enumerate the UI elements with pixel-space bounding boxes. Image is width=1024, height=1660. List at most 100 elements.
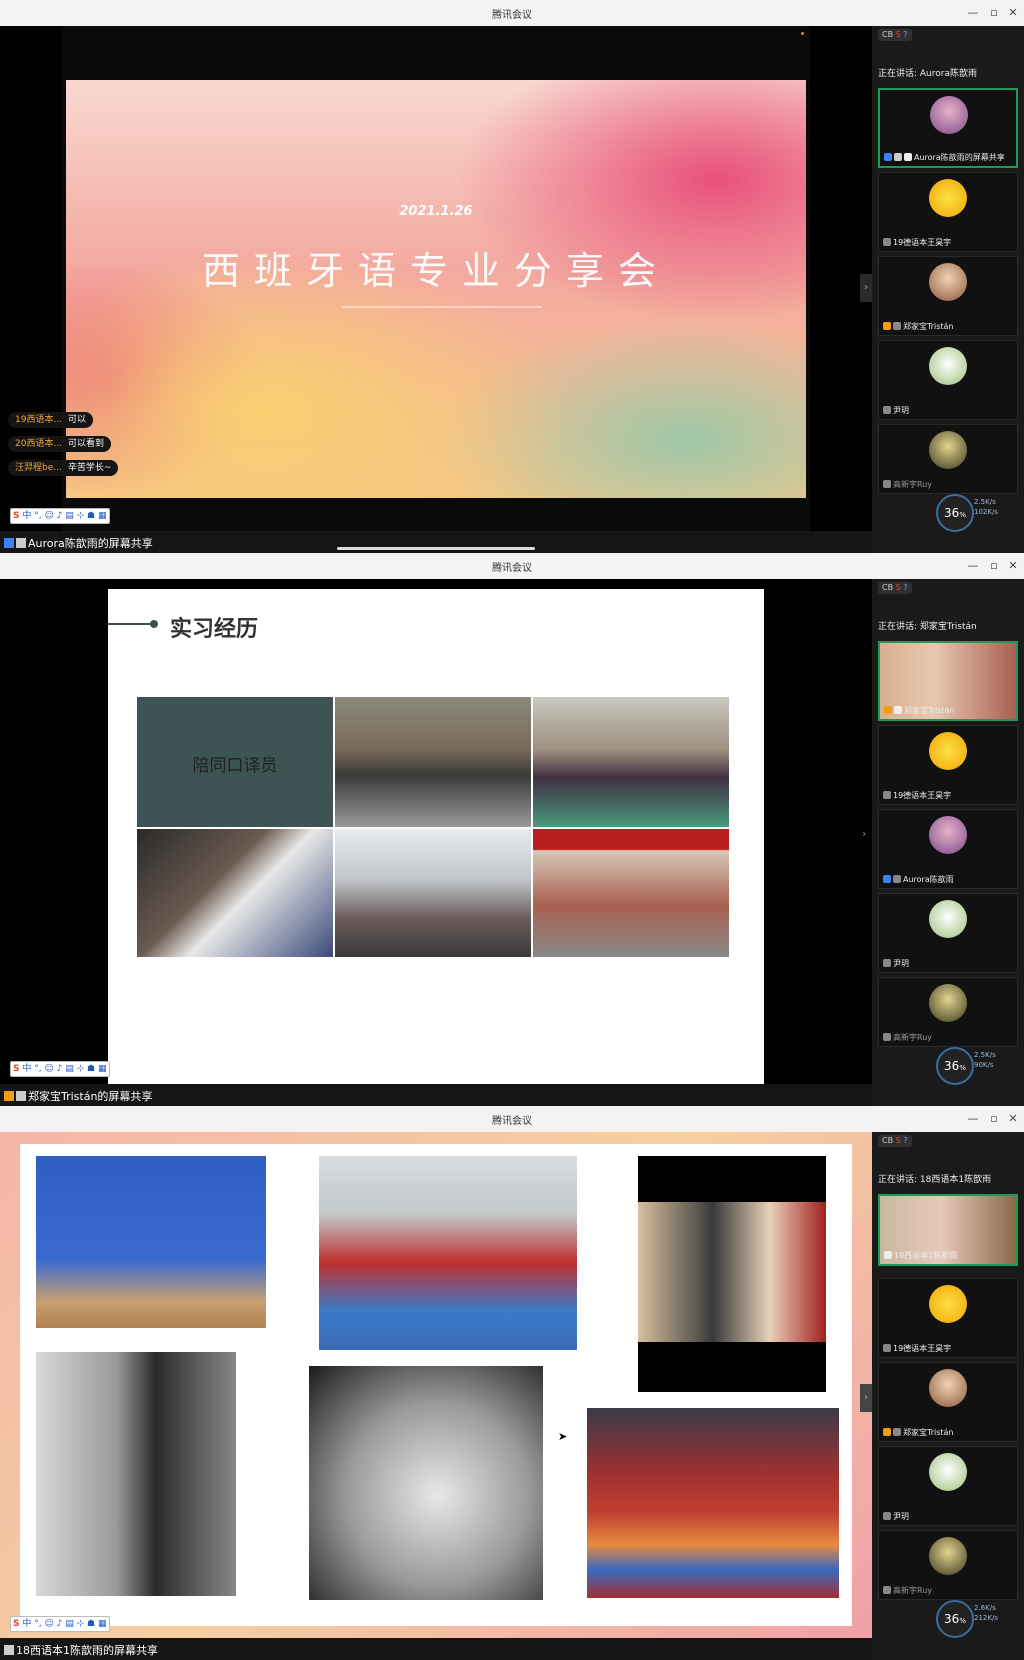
help-icon: ? — [903, 1136, 908, 1145]
restore-icon[interactable]: ▫ — [985, 4, 1003, 22]
mic-off-icon — [883, 1033, 891, 1041]
chat-bubble: 汪羿程be... 辛苦学长~ — [8, 460, 119, 476]
participant-tile[interactable]: 19德语本王昊宇 — [878, 725, 1018, 805]
home-indicator — [337, 547, 535, 550]
window-title: 腾讯会议 — [492, 10, 532, 21]
collapse-sidebar-arrow[interactable]: › — [862, 827, 866, 840]
download-speed: 102K/s — [974, 508, 998, 516]
close-icon[interactable]: ✕ — [1004, 557, 1022, 575]
download-speed: 90K/s — [974, 1061, 994, 1069]
photo-basketball-kids — [36, 1156, 266, 1328]
avatar — [929, 179, 967, 217]
meeting-window-1: 腾讯会议 — ▫ ✕ 2021.1.26 西班牙语专业分享会 19西语本... 可… — [0, 0, 1024, 553]
minimize-icon[interactable]: — — [964, 4, 982, 22]
upload-speed: 2.5K/s — [974, 498, 996, 506]
photo-notebook — [309, 1366, 543, 1600]
mic-icon — [16, 1091, 26, 1101]
ime-toolbar[interactable]: S 中 °, ☺ ♪ ▤ ⊹ ☗ ▦ — [10, 508, 110, 524]
speed-gauge: 36% — [936, 1047, 974, 1085]
photo-selfie — [638, 1156, 826, 1392]
panel-toolbar[interactable]: CB S ? — [878, 582, 912, 594]
mic-off-icon — [893, 875, 901, 883]
participant-tile[interactable]: Aurora陈歆雨 — [878, 809, 1018, 889]
interpreter-label: 陪同口译员 — [192, 756, 278, 776]
participant-tile[interactable]: 郑家宝Tristán — [878, 256, 1018, 336]
participant-tile[interactable]: 尹玥 — [878, 1446, 1018, 1526]
participant-tile[interactable]: 19德语本王昊宇 — [878, 1278, 1018, 1358]
photo-barista — [36, 1352, 236, 1596]
help-icon: ? — [903, 583, 908, 592]
help-icon: ? — [903, 30, 908, 39]
collapse-sidebar-arrow[interactable]: › — [860, 1384, 872, 1412]
restore-icon[interactable]: ▫ — [985, 1110, 1003, 1128]
title-bar: 腾讯会议 — ▫ ✕ — [0, 1106, 1024, 1132]
upload-speed: 2.6K/s — [974, 1604, 996, 1612]
collapse-sidebar-arrow[interactable]: › — [860, 274, 872, 302]
upload-speed: 2.5K/s — [974, 1051, 996, 1059]
user-icon — [884, 153, 892, 161]
participant-tile[interactable]: 高新宇Ruy — [878, 977, 1018, 1047]
sogou-icon: S — [895, 1136, 901, 1145]
close-icon[interactable]: ✕ — [1004, 1110, 1022, 1128]
photo-dinner — [335, 829, 531, 957]
participant-tile[interactable]: Aurora陈歆雨的屏幕共享 — [878, 88, 1018, 168]
network-speed: 36% 2.5K/s 102K/s — [878, 494, 1018, 532]
mic-icon — [884, 1251, 892, 1259]
heading-dot — [150, 620, 158, 628]
shared-screen: ➤ S 中 °, ☺ ♪ ▤ ⊹ ☗ ▦ › — [0, 1132, 872, 1638]
restore-icon[interactable]: ▫ — [985, 557, 1003, 575]
participant-tile[interactable]: 高新宇Ruy — [878, 1530, 1018, 1600]
selfie-image — [638, 1202, 826, 1342]
orange-dot — [801, 32, 804, 35]
mic-icon — [894, 706, 902, 714]
sogou-icon: S — [895, 583, 901, 592]
participant-tile[interactable]: 18西语本1陈歆雨 — [878, 1194, 1018, 1266]
participant-tile[interactable]: 高新宇Ruy — [878, 424, 1018, 494]
user-icon — [4, 538, 14, 548]
participant-tile[interactable]: 19德语本王昊宇 — [878, 172, 1018, 252]
title-bar: 腾讯会议 — ▫ ✕ — [0, 0, 1024, 26]
participant-tile[interactable]: 尹玥 — [878, 893, 1018, 973]
meeting-window-3: 腾讯会议 — ▫ ✕ ➤ S 中 °, ☺ ♪ ▤ ⊹ ☗ ▦ › 18西语本1… — [0, 1106, 1024, 1660]
panel-toolbar[interactable]: CB S ? — [878, 1135, 912, 1147]
chat-bubble: 19西语本... 可以 — [8, 412, 94, 428]
participant-panel: CB S ? 正在讲话: 郑家宝Tristán 郑家宝Tristán 19德语本… — [872, 579, 1024, 1106]
close-icon[interactable]: ✕ — [1004, 4, 1022, 22]
shared-screen: 2021.1.26 西班牙语专业分享会 19西语本... 可以 20西语本... 可… — [0, 26, 872, 531]
ime-toolbar[interactable]: S 中 °, ☺ ♪ ▤ ⊹ ☗ ▦ — [10, 1616, 110, 1632]
screen-icon — [16, 538, 26, 548]
avatar — [929, 984, 967, 1022]
mic-off-icon — [883, 1586, 891, 1594]
mic-off-icon — [883, 1344, 891, 1352]
window-title: 腾讯会议 — [492, 1116, 532, 1127]
mic-off-icon — [883, 406, 891, 414]
avatar — [929, 816, 967, 854]
panel-toolbar[interactable]: CB S ? — [878, 29, 912, 41]
minimize-icon[interactable]: — — [964, 1110, 982, 1128]
heading-line — [108, 623, 152, 625]
mic-off-icon — [883, 959, 891, 967]
sogou-icon: S — [895, 30, 901, 39]
photo-building — [533, 829, 729, 957]
avatar — [929, 347, 967, 385]
share-label: Aurora陈歆雨的屏幕共享 — [4, 535, 153, 551]
avatar — [930, 96, 968, 134]
speaking-indicator: 正在讲话: 18西语本1陈歆雨 — [878, 1175, 992, 1185]
network-speed: 36% 2.6K/s 212K/s — [878, 1600, 1018, 1638]
user-icon — [883, 1428, 891, 1436]
slide-page: ➤ — [20, 1144, 852, 1626]
share-status-bar: 18西语本1陈歆雨的屏幕共享 — [0, 1638, 872, 1660]
photo-group-courtyard — [533, 697, 729, 827]
participant-tile[interactable]: 郑家宝Tristán — [878, 1362, 1018, 1442]
mic-off-icon — [883, 1512, 891, 1520]
participant-tile[interactable]: 尹玥 — [878, 340, 1018, 420]
photo-classroom — [319, 1156, 577, 1350]
photo-group-gate — [335, 697, 531, 827]
window-title: 腾讯会议 — [492, 563, 532, 574]
ime-toolbar[interactable]: S 中 °, ☺ ♪ ▤ ⊹ ☗ ▦ — [10, 1061, 110, 1077]
user-icon — [4, 1091, 14, 1101]
participant-tile[interactable]: 郑家宝Tristán — [878, 641, 1018, 721]
speaking-indicator: 正在讲话: 郑家宝Tristán — [878, 622, 977, 632]
meeting-window-2: 腾讯会议 — ▫ ✕ 实习经历 陪同口译员 S 中 °, ☺ ♪ ▤ ⊹ ☗ ▦… — [0, 553, 1024, 1106]
minimize-icon[interactable]: — — [964, 557, 982, 575]
